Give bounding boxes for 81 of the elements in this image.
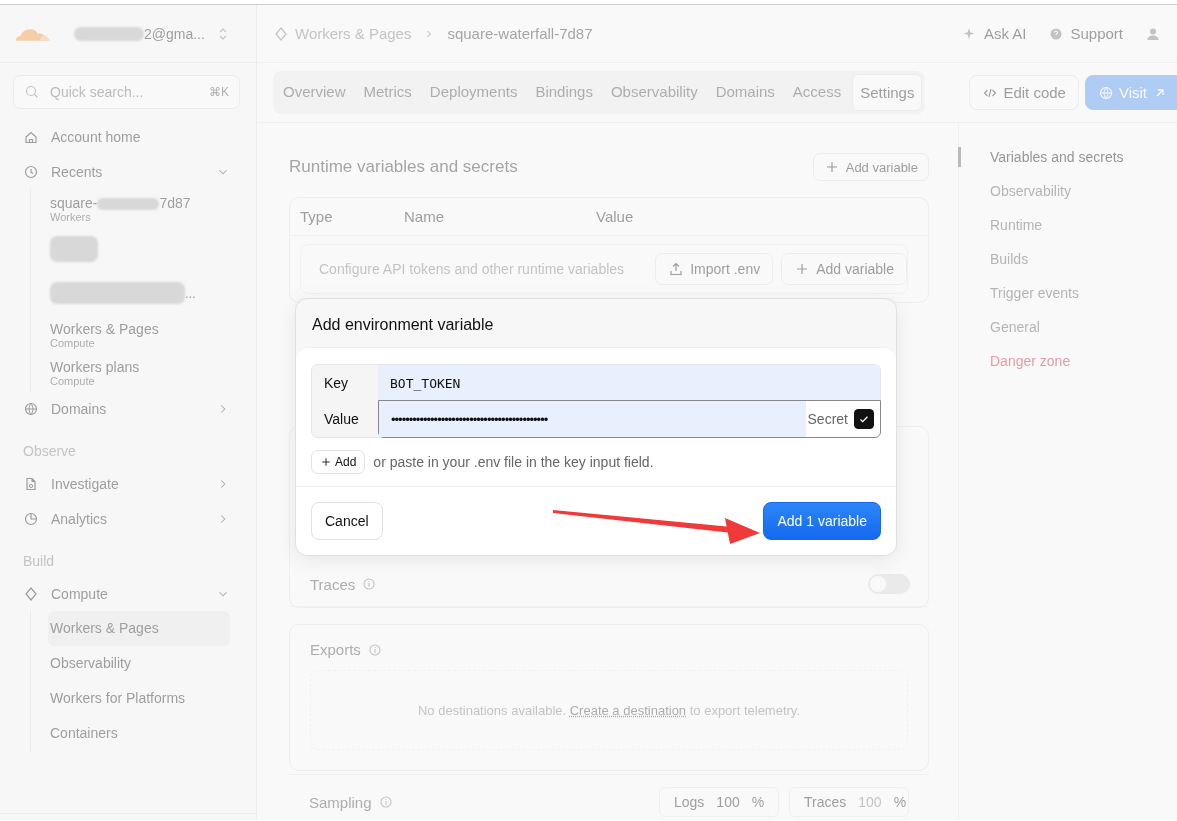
sidebar-subitem[interactable]: Workers for Platforms [48,681,230,716]
create-destination-link[interactable]: Create a destination [569,702,687,718]
document-icon [23,475,39,492]
globe-icon [1097,84,1114,101]
settings-nav-link[interactable]: Danger zone [958,351,1124,371]
sidebar-subitem[interactable]: Workers & Pages [48,611,230,646]
blurred-redaction [74,26,144,41]
globe-icon [23,400,39,417]
tab[interactable]: Settings [852,74,923,111]
unit-label: % [893,794,907,810]
plus-icon [320,456,332,468]
search-icon [24,84,40,100]
section-title: Runtime variables and secrets [289,157,518,177]
diamond-icon [273,25,289,42]
sidebar-item[interactable]: Recents [23,154,230,189]
sidebar-item[interactable]: Compute [23,576,230,611]
field-label: Key [323,374,350,393]
sampling-field[interactable]: Logs 100 % [659,787,779,817]
column-header: Name [404,208,445,225]
settings-nav-link[interactable]: Variables and secrets [958,147,1124,167]
column-header: Value [596,208,635,225]
submit-button[interactable]: Add 1 variable [763,502,881,540]
sidebar-item[interactable]: Domains [23,391,230,426]
column-header: Type [300,208,334,225]
recent-item-type: Workers [50,211,92,223]
traces-label: Traces [310,575,356,593]
key-field[interactable]: BOT_TOKEN [378,365,880,401]
settings-nav-link[interactable]: Observability [958,181,1124,201]
field-label: Logs [674,794,705,810]
tab[interactable]: Domains [708,74,782,111]
edit-code-button[interactable]: Edit code [969,75,1079,110]
sidebar-item[interactable]: Analytics [23,501,230,536]
recent-item[interactable]: Workers & Pages [50,321,230,337]
info-icon [377,794,394,810]
recent-item[interactable]: square- 7d87 [50,195,230,211]
add-variable-button[interactable]: Add variable [812,153,929,181]
tab[interactable]: Access [785,74,849,111]
hint-text: or paste in your .env file in the key input field. [373,454,654,470]
add-row-button[interactable]: Add [311,450,366,474]
settings-nav-link[interactable]: Runtime [958,215,1124,235]
recent-item[interactable]: Workers plans [50,359,230,375]
account-switcher[interactable]: 2@gma... [74,25,231,42]
upload-icon [668,261,685,277]
tab[interactable]: Metrics [356,74,419,111]
sidebar-subitem[interactable]: Observability [48,646,230,681]
visit-button[interactable]: Visit [1084,75,1177,110]
recent-item-type: Compute [50,337,96,349]
blurred-redaction [50,236,98,262]
exports-label: Exports [310,641,361,658]
dialog-title: Add environment variable [311,315,495,335]
settings-nav-link[interactable]: Builds [958,249,1124,269]
search-field[interactable]: Quick search... ⌘K [13,75,240,109]
info-icon [366,641,383,658]
settings-nav-link[interactable]: General [958,317,1124,337]
ask-ai-button[interactable]: Ask AI [961,25,1027,42]
import-env-button[interactable]: Import .env [655,253,774,285]
field-label: Traces [804,794,847,810]
add-variable-button[interactable]: Add variable [781,253,907,285]
tab[interactable]: Overview [276,74,353,111]
support-link[interactable]: Support [1048,25,1123,42]
unit-label: % [751,794,765,810]
info-icon [361,576,378,592]
field-value: 100 [716,794,740,810]
pie-chart-icon [23,510,39,527]
tab[interactable]: Deployments [422,74,525,111]
tab[interactable]: Bindings [528,74,600,111]
diamond-icon [23,585,39,602]
shortcut-hint: ⌘K [209,85,229,99]
cancel-button[interactable]: Cancel [311,502,383,540]
breadcrumb-link[interactable]: square-waterfall-7d87 [447,25,593,42]
field-label: Value [323,410,360,429]
account-email: 2@gma... [144,25,205,42]
sidebar-item[interactable]: Account home [23,119,230,154]
settings-nav-link[interactable]: Trigger events [958,283,1124,303]
sidebar-item[interactable]: Investigate [23,466,230,501]
sidebar-subitem[interactable]: Containers [48,716,230,751]
tab[interactable]: Observability [603,74,705,111]
sampling-label: Sampling [309,793,372,811]
ellipsis-text: ... [185,285,196,301]
recent-item-type: Compute [50,375,96,387]
clock-icon [23,163,39,180]
